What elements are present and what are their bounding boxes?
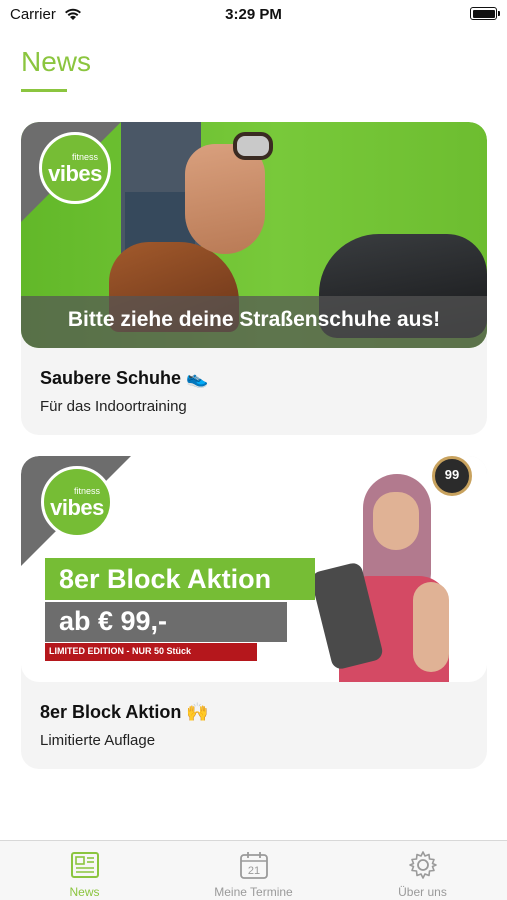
card-title: 8er Block Aktion 🙌 [40,702,209,722]
fitness-vibes-logo: fitness vibes [41,466,113,538]
watch-shape [233,132,273,160]
woman-face-shape [373,492,419,550]
logo-main-text: vibes [50,495,104,520]
hand-shape [185,144,265,254]
clock: 3:29 PM [225,6,282,23]
page-title: News [21,46,92,77]
card-subtitle: Für das Indoortraining [40,398,187,415]
seal-number: 99 [444,467,460,482]
svg-text:21: 21 [248,865,260,877]
offer-headline: 8er Block Aktion [59,564,272,594]
news-banner-image: fitness vibes Bitte ziehe deine Straßens… [21,122,487,348]
news-card-block-offer[interactable]: fitness vibes 99 8er Block Aktion ab € 9… [21,456,487,769]
gear-icon [409,851,437,879]
news-icon [71,852,99,878]
tab-bar: News 21 Meine Termine Über uns [0,840,507,900]
tab-news[interactable]: News [0,841,169,900]
fitness-vibes-logo: fitness vibes [39,132,111,204]
news-banner-image: fitness vibes 99 8er Block Aktion ab € 9… [21,456,487,682]
news-card-clean-shoes[interactable]: fitness vibes Bitte ziehe deine Straßens… [21,122,487,435]
tab-label: Meine Termine [214,885,293,899]
award-seal-icon: 99 [432,456,472,496]
tab-label: News [69,885,100,899]
news-screen: Carrier 3:29 PM News fitness vibes Bitte… [0,0,507,900]
calendar-icon: 21 [240,852,268,879]
tab-ueber-uns[interactable]: Über uns [338,841,507,900]
offer-price: ab € 99,- [59,606,168,636]
banner-caption: Bitte ziehe deine Straßenschuhe aus! [67,308,441,331]
tab-meine-termine[interactable]: 21 Meine Termine [169,841,338,900]
woman-arm-shape [413,582,449,672]
battery-icon [470,7,500,20]
tab-label: Über uns [398,885,447,899]
logo-main-text: vibes [48,161,102,186]
card-subtitle: Limitierte Auflage [40,732,156,749]
title-underline [21,89,67,92]
limited-text: LIMITED EDITION - NUR 50 Stück [49,646,192,656]
status-bar: Carrier 3:29 PM [0,0,507,30]
card-title: Saubere Schuhe 👟 [40,368,209,388]
